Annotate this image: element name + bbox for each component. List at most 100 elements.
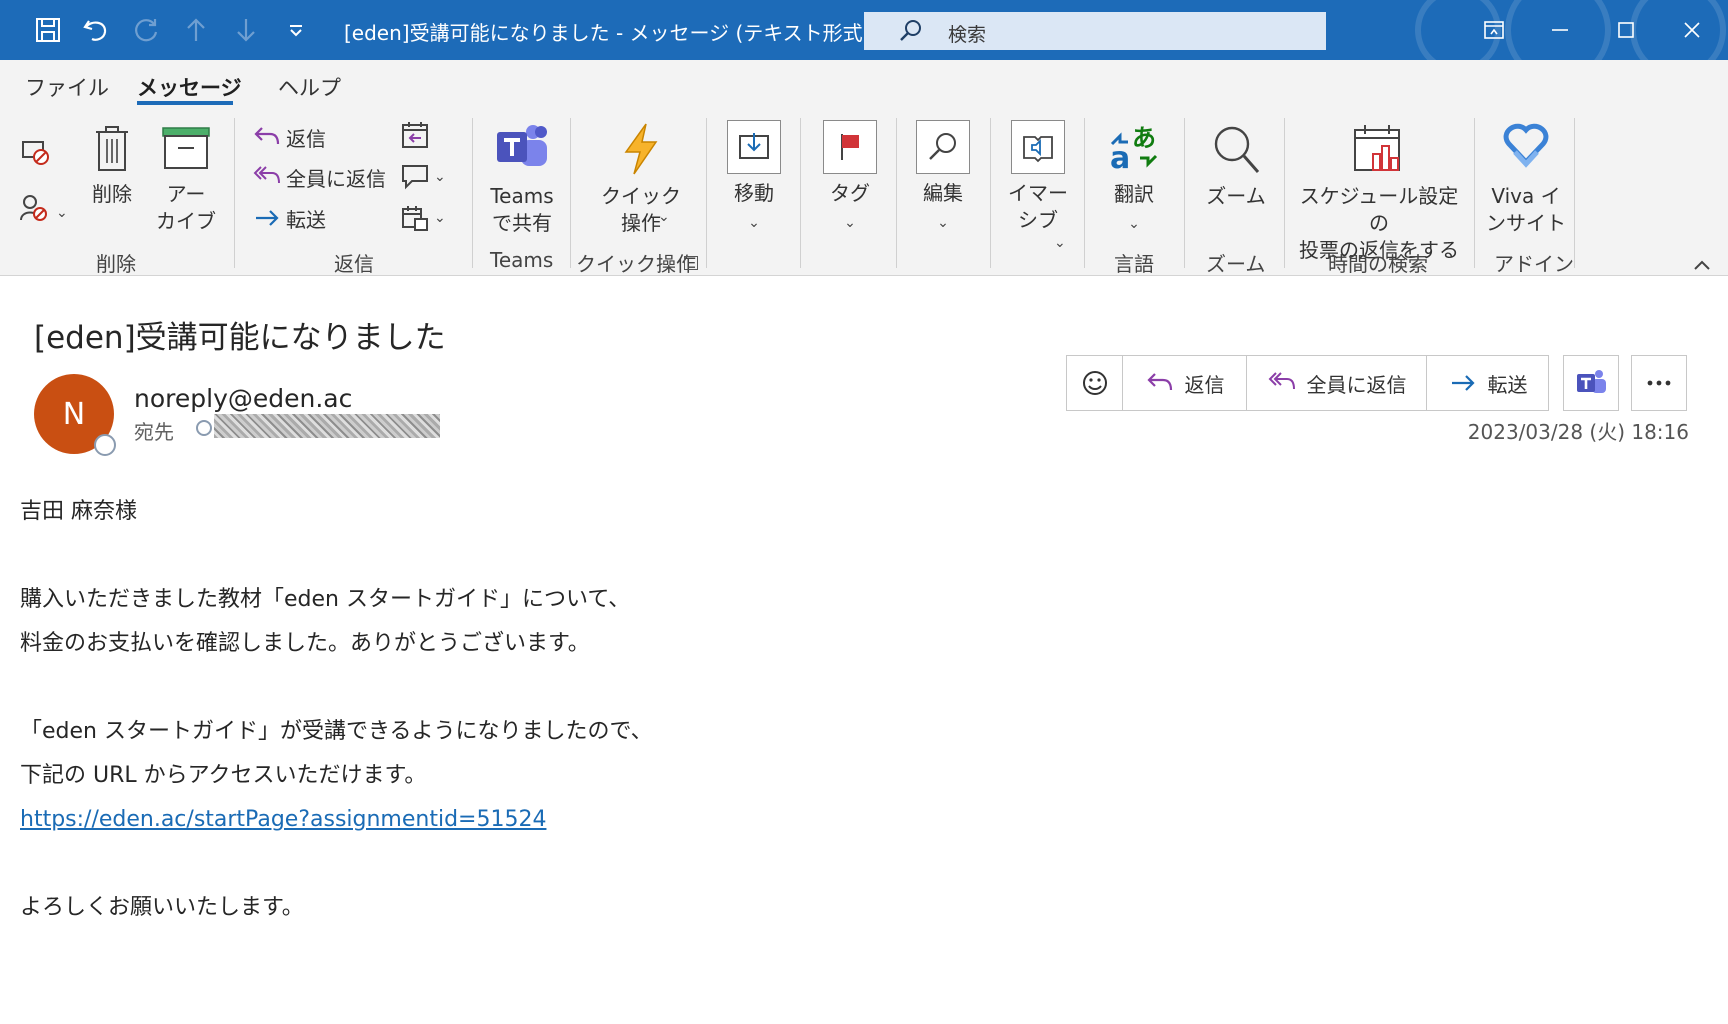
reply-all-action-button[interactable]: 全員に返信 (1247, 356, 1427, 410)
search-input[interactable]: 検索 (864, 12, 1326, 50)
tag-button[interactable]: タグ ⌄ (818, 120, 882, 237)
divider (570, 118, 571, 268)
course-link[interactable]: https://eden.ac/startPage?assignmentid=5… (20, 807, 546, 832)
body-closing: よろしくお願いいたします。 (20, 895, 304, 920)
zoom-label: ズーム (1206, 184, 1266, 208)
tab-file[interactable]: ファイル (25, 72, 109, 102)
divider (1284, 118, 1285, 268)
immersive-reader-button[interactable]: イマー シブ ⌄ (1000, 120, 1076, 251)
to-label: 宛先 (134, 420, 174, 444)
trash-icon (96, 126, 128, 171)
divider (1184, 118, 1185, 268)
close-icon[interactable] (1670, 12, 1714, 48)
restore-ribbon-icon[interactable] (1472, 12, 1516, 48)
undo-icon[interactable] (78, 12, 114, 48)
divider (990, 118, 991, 268)
body-greeting: 吉田 麻奈様 (20, 499, 137, 524)
chat-icon (402, 165, 428, 190)
more-respond-button[interactable]: ⌄ (400, 203, 446, 233)
flag-icon (841, 134, 859, 160)
reply-all-icon (1268, 372, 1295, 390)
archive-icon (162, 127, 210, 169)
quick-action-button[interactable]: クイック 操作 ⌄ (596, 122, 686, 237)
avatar-initial: N (62, 396, 86, 432)
forward-button[interactable]: 転送 (252, 203, 326, 233)
share-to-teams-button[interactable]: Teams で共有 (484, 122, 560, 237)
redo-icon (128, 12, 164, 48)
move-button[interactable]: 移動 ⌄ (722, 120, 786, 237)
move-icon (739, 133, 769, 159)
divider (800, 118, 801, 268)
immersive-label: イマー シブ (1008, 181, 1068, 232)
previous-item-icon (178, 12, 214, 48)
delete-button[interactable]: 削除 (88, 124, 136, 208)
dialog-launcher-icon[interactable] (684, 256, 698, 270)
archive-button[interactable]: アー カイブ (156, 124, 216, 235)
junk-icon (20, 195, 47, 221)
group-label-reply: 返信 (334, 252, 374, 276)
presence-icon (94, 434, 116, 456)
customize-toolbar-icon[interactable] (278, 12, 314, 48)
reply-label: 返信 (286, 126, 326, 151)
ignore-button[interactable] (18, 136, 54, 175)
group-label-language: 言語 (1114, 252, 1154, 276)
divider (1574, 118, 1575, 268)
reply-all-action-label: 全員に返信 (1306, 372, 1407, 397)
svg-text:あ: あ (1132, 124, 1156, 152)
save-icon[interactable] (30, 12, 66, 48)
reply-meeting-button[interactable] (400, 120, 434, 150)
group-label-addin: アドイン (1494, 252, 1574, 276)
immersive-reader-icon (1023, 136, 1053, 163)
edit-button[interactable]: 編集 ⌄ (910, 120, 976, 237)
body-line: 「eden スタートガイド」が受講できるようになりましたので、 (20, 719, 653, 744)
teams-chat-button[interactable] (1563, 355, 1619, 411)
viva-insights-icon (1503, 123, 1549, 168)
viva-insights-button[interactable]: Viva イ ンサイト (1484, 122, 1568, 237)
junk-button[interactable]: ⌄ (18, 192, 68, 231)
schedule-poll-button[interactable]: スケジュール設定の 投票の返信をする (1294, 122, 1464, 264)
delete-label: 削除 (92, 182, 132, 206)
archive-label: アー カイブ (156, 182, 216, 233)
body-line: 購入いただきました教材「eden スタートガイド」について、 (20, 587, 631, 612)
body-line: 料金のお支払いを確認しました。ありがとうございます。 (20, 631, 590, 656)
quick-action-label: クイック 操作 (601, 184, 681, 235)
reply-icon (1146, 373, 1172, 391)
group-label-zoom: ズーム (1206, 252, 1266, 276)
tab-help[interactable]: ヘルプ (278, 72, 341, 102)
divider (706, 118, 707, 268)
find-icon (929, 133, 956, 160)
message-body: 吉田 麻奈様 購入いただきました教材「eden スタートガイド」について、 料金… (20, 490, 653, 930)
divider (1084, 118, 1085, 268)
maximize-icon[interactable] (1604, 12, 1648, 48)
next-item-icon (228, 12, 264, 48)
more-respond-icon (402, 206, 428, 231)
translate-button[interactable]: aあ 翻訳 ⌄ (1100, 122, 1168, 238)
svg-text:a: a (1110, 141, 1130, 174)
schedule-poll-icon (1354, 125, 1400, 171)
forward-icon (1451, 375, 1475, 391)
more-icon (1647, 380, 1671, 386)
minimize-icon[interactable] (1538, 12, 1582, 48)
recipient-presence-icon (196, 420, 212, 436)
more-actions-button[interactable] (1631, 355, 1687, 411)
forward-label: 転送 (286, 207, 326, 232)
react-button[interactable] (1067, 356, 1123, 410)
reply-all-label: 全員に返信 (286, 166, 386, 191)
tab-message[interactable]: メッセージ (137, 72, 242, 102)
reply-button[interactable]: 返信 (252, 122, 326, 152)
reply-all-button[interactable]: 全員に返信 (252, 162, 386, 192)
ignore-icon (22, 141, 49, 165)
im-reply-button[interactable]: ⌄ (400, 162, 446, 192)
active-tab-indicator (137, 101, 233, 105)
sender-address[interactable]: noreply@eden.ac (134, 384, 352, 413)
forward-action-label: 転送 (1487, 372, 1528, 397)
ribbon-tabs: ファイル メッセージ ヘルプ (0, 60, 1728, 110)
collapse-ribbon-icon[interactable] (1690, 256, 1714, 274)
teams-icon (1577, 370, 1606, 393)
reply-action-button[interactable]: 返信 (1123, 356, 1247, 410)
message-timestamp: 2023/03/28 (火) 18:16 (1467, 420, 1689, 444)
group-label-time-search: 時間の検索 (1328, 252, 1428, 276)
forward-action-button[interactable]: 転送 (1427, 356, 1548, 410)
recipient-redacted (214, 414, 440, 438)
zoom-button[interactable]: ズーム (1196, 122, 1276, 210)
